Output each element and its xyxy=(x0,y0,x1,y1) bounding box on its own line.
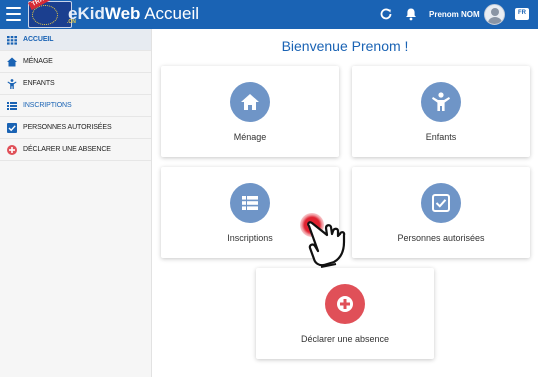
home-icon xyxy=(230,82,270,122)
checkbox-icon xyxy=(421,183,461,223)
child-icon xyxy=(421,82,461,122)
card-label: Ménage xyxy=(233,132,267,142)
card-menage[interactable]: Ménage xyxy=(161,66,339,157)
sidebar-item-label: MÉNAGE xyxy=(23,58,53,65)
plus-circle-icon xyxy=(7,145,17,155)
checkbox-icon xyxy=(7,123,17,133)
hamburger-icon[interactable] xyxy=(6,7,21,21)
brand-sub: .ON xyxy=(67,19,76,25)
sidebar-item-label: PERSONNES AUTORISÉES xyxy=(23,124,112,131)
sidebar: ACCUEIL MÉNAGE ENFANTS INSCRIPTIONS PERS… xyxy=(0,29,152,377)
avatar-body xyxy=(488,17,502,24)
sidebar-item-label: ENFANTS xyxy=(23,80,55,87)
brand-web: Web xyxy=(104,4,141,23)
card-label: Déclarer une absence xyxy=(300,334,390,344)
avatar[interactable] xyxy=(484,4,505,25)
hand-pointer-icon xyxy=(307,221,346,268)
brand-title: eKidWeb Accueil xyxy=(68,4,199,24)
language-button[interactable]: FR xyxy=(515,8,529,20)
sidebar-item-label: DÉCLARER UNE ABSENCE xyxy=(23,146,111,153)
top-bar: TRAINING eKidWeb Accueil .ON Prenom NOM … xyxy=(0,0,538,29)
sidebar-item-label: ACCUEIL xyxy=(23,36,54,43)
sidebar-item-menage[interactable]: MÉNAGE xyxy=(0,51,151,73)
sidebar-item-personnes-autorisees[interactable]: PERSONNES AUTORISÉES xyxy=(0,117,151,139)
sidebar-item-declarer-absence[interactable]: DÉCLARER UNE ABSENCE xyxy=(0,139,151,161)
eu-stars-icon xyxy=(32,5,58,25)
sidebar-item-inscriptions[interactable]: INSCRIPTIONS xyxy=(0,95,151,117)
sidebar-item-enfants[interactable]: ENFANTS xyxy=(0,73,151,95)
grid-icon xyxy=(7,36,17,45)
child-icon xyxy=(7,79,17,89)
page-title: Accueil xyxy=(144,4,200,23)
card-label: Enfants xyxy=(425,132,457,142)
avatar-head xyxy=(491,8,499,16)
card-label: Personnes autorisées xyxy=(397,233,485,243)
home-icon xyxy=(7,57,17,67)
card-enfants[interactable]: Enfants xyxy=(352,66,530,157)
card-personnes-autorisees[interactable]: Personnes autorisées xyxy=(352,167,530,258)
card-declarer-absence[interactable]: Déclarer une absence xyxy=(256,268,434,359)
list-icon xyxy=(230,183,270,223)
list-icon xyxy=(7,102,17,110)
sidebar-item-label: INSCRIPTIONS xyxy=(23,102,72,109)
welcome-heading: Bienvenue Prenom ! xyxy=(281,38,409,54)
bell-icon[interactable] xyxy=(404,7,418,21)
sidebar-item-accueil[interactable]: ACCUEIL xyxy=(0,29,151,51)
plus-icon xyxy=(325,284,365,324)
refresh-icon[interactable] xyxy=(379,7,393,21)
user-name[interactable]: Prenom NOM xyxy=(429,10,480,19)
